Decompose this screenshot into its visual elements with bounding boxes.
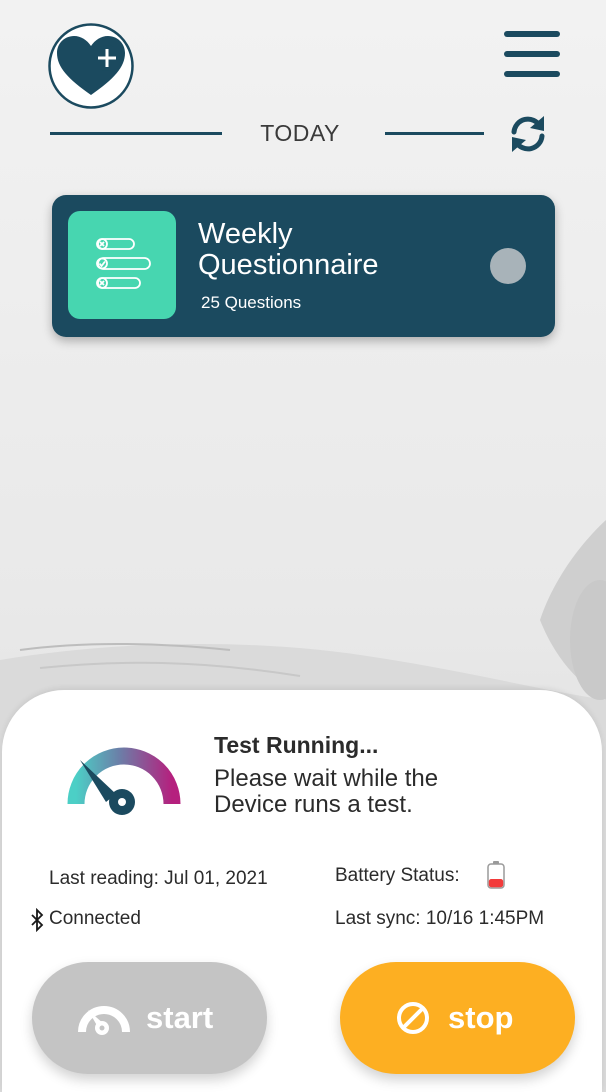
battery-label: Battery Status: bbox=[335, 865, 460, 886]
hamburger-menu-icon[interactable] bbox=[504, 31, 560, 77]
stop-button[interactable]: stop bbox=[340, 962, 575, 1074]
sync-icon[interactable] bbox=[506, 112, 550, 156]
stop-label: stop bbox=[448, 1000, 514, 1035]
start-label: start bbox=[146, 1000, 214, 1035]
questionnaire-card[interactable]: Weekly Questionnaire 25 Questions bbox=[52, 195, 555, 337]
status-title: Test Running... bbox=[214, 732, 379, 758]
status-dot bbox=[490, 248, 526, 284]
date-header: TODAY bbox=[50, 110, 550, 158]
last-reading: Last reading: Jul 01, 2021 bbox=[49, 868, 268, 889]
speedometer-icon bbox=[78, 1006, 130, 1035]
bluetooth-icon bbox=[31, 908, 44, 932]
heart-plus-icon bbox=[48, 23, 134, 109]
last-sync: Last sync: 10/16 1:45PM bbox=[335, 908, 545, 929]
speedometer-icon bbox=[67, 747, 181, 815]
no-entry-icon bbox=[397, 1002, 429, 1034]
start-button[interactable]: start bbox=[32, 962, 267, 1074]
checklist-icon bbox=[68, 211, 176, 319]
battery-low-icon bbox=[487, 861, 505, 889]
status-message: Please wait while the Device runs a test… bbox=[214, 765, 439, 818]
card-title: Weekly Questionnaire bbox=[198, 218, 379, 281]
device-status-panel: Test Running... Please wait while the De… bbox=[2, 690, 602, 1092]
connection-status: Connected bbox=[49, 908, 141, 929]
day-label: TODAY bbox=[260, 120, 340, 146]
divider-left bbox=[50, 132, 222, 135]
question-count: 25 Questions bbox=[201, 293, 302, 312]
divider-right bbox=[385, 132, 484, 135]
